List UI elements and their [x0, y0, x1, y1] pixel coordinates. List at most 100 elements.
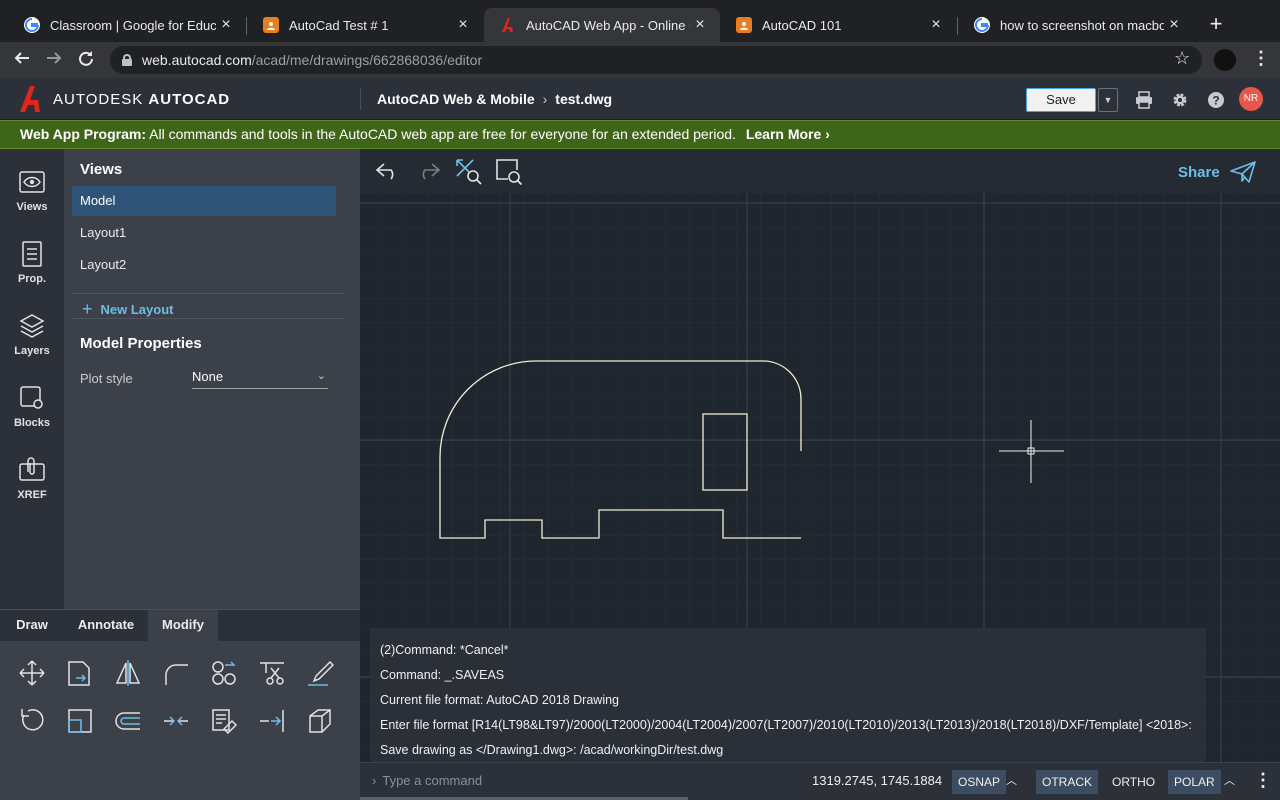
- coordinate-readout: 1319.2745, 1745.1884: [812, 773, 943, 788]
- plot-style-select[interactable]: None ⌄: [192, 367, 328, 389]
- xref-icon: [19, 457, 45, 481]
- erase-icon[interactable]: [306, 659, 334, 687]
- otrack-toggle[interactable]: OTRACK: [1036, 770, 1099, 794]
- tab-title: AutoCAD 101: [762, 17, 842, 33]
- view-item-model[interactable]: Model: [72, 186, 336, 216]
- share-button[interactable]: Share: [1178, 161, 1256, 183]
- tab-title: how to screenshot on macboo: [1000, 17, 1164, 33]
- close-tab-icon[interactable]: ×: [216, 16, 236, 34]
- command-history-line: Current file format: AutoCAD 2018 Drawin…: [380, 693, 619, 707]
- chevron-right-icon: ›: [825, 126, 830, 142]
- status-bar: › Type a command 1319.2745, 1745.1884 OSN…: [360, 762, 1280, 800]
- explode-icon[interactable]: [306, 707, 334, 735]
- fillet-icon[interactable]: [162, 659, 190, 687]
- view-item-layout2[interactable]: Layout2: [72, 250, 336, 280]
- zoom-window-icon[interactable]: [494, 157, 522, 185]
- address-bar[interactable]: web.autocad.com/acad/me/drawings/6628680…: [110, 46, 1202, 74]
- mirror-icon[interactable]: [114, 659, 142, 687]
- panel-divider: [72, 318, 344, 319]
- copy-icon[interactable]: [66, 659, 94, 687]
- rail-item-xref[interactable]: XREF: [0, 445, 64, 515]
- rail-label: Prop.: [17, 273, 47, 285]
- new-tab-button[interactable]: +: [1204, 12, 1228, 36]
- browser-tab-autocad-101[interactable]: AutoCAD 101 ×: [720, 8, 956, 42]
- command-history-line: (2)Command: *Cancel*: [380, 643, 509, 657]
- tab-annotate[interactable]: Annotate: [64, 610, 148, 641]
- rail-item-views[interactable]: Views: [0, 157, 64, 227]
- close-tab-icon[interactable]: ×: [690, 16, 710, 34]
- chevron-down-icon: ⌄: [316, 370, 326, 382]
- blocks-icon: [20, 386, 43, 409]
- rail-item-layers[interactable]: Layers: [0, 301, 64, 371]
- tab-title: AutoCad Test # 1: [289, 17, 389, 33]
- tab-title: Classroom | Google for Educat: [50, 17, 216, 33]
- canvas-toolbar: Share: [360, 149, 1280, 193]
- banner-text: All commands and tools in the AutoCAD we…: [149, 126, 736, 142]
- polar-toggle[interactable]: POLAR: [1168, 770, 1221, 794]
- undo-icon[interactable]: [374, 157, 402, 185]
- new-layout-button[interactable]: + New Layout: [82, 299, 173, 320]
- app-header: AUTODESK AUTOCAD AutoCAD Web & Mobile › …: [0, 78, 1280, 120]
- rotate-icon[interactable]: [18, 707, 46, 735]
- more-options-icon[interactable]: ⋮: [1254, 770, 1272, 791]
- rail-item-properties[interactable]: Prop.: [0, 229, 64, 299]
- close-tab-icon[interactable]: ×: [453, 16, 473, 34]
- breadcrumb-file: test.dwg: [555, 91, 613, 107]
- move-icon[interactable]: [18, 659, 46, 687]
- autodesk-autocad-logo[interactable]: AUTODESK AUTOCAD: [20, 86, 230, 112]
- browser-tab-autocad-test[interactable]: AutoCad Test # 1 ×: [247, 8, 483, 42]
- browser-profile-avatar[interactable]: [1214, 49, 1236, 71]
- modify-tools-palette: [0, 641, 360, 800]
- view-item-layout1[interactable]: Layout1: [72, 218, 336, 248]
- reload-icon[interactable]: [74, 48, 98, 72]
- print-icon[interactable]: [1135, 91, 1153, 109]
- user-avatar[interactable]: NR: [1239, 87, 1263, 111]
- osnap-toggle[interactable]: OSNAP: [952, 770, 1007, 794]
- tab-modify[interactable]: Modify: [148, 610, 218, 641]
- join-icon[interactable]: [162, 707, 190, 735]
- save-button[interactable]: Save: [1026, 88, 1096, 112]
- browser-tab-screenshot-search[interactable]: how to screenshot on macboo ×: [958, 8, 1194, 42]
- chevron-up-icon[interactable]: ︿: [1224, 772, 1235, 788]
- redo-icon[interactable]: [414, 157, 442, 185]
- chevron-right-icon: ›: [542, 91, 548, 107]
- browser-tab-autocad-web-app[interactable]: AutoCAD Web App - Online CA ×: [484, 8, 720, 42]
- array-icon[interactable]: [210, 659, 238, 687]
- save-options-dropdown[interactable]: ▼: [1098, 88, 1118, 112]
- web-app-program-banner: Web App Program: All commands and tools …: [0, 120, 1280, 149]
- gear-icon[interactable]: [1171, 91, 1189, 109]
- learn-more-link[interactable]: Learn More ›: [746, 126, 830, 142]
- tab-draw[interactable]: Draw: [0, 610, 64, 641]
- close-tab-icon[interactable]: ×: [1164, 16, 1184, 34]
- properties-icon: [22, 241, 42, 267]
- tab-title: AutoCAD Web App - Online CA: [526, 17, 690, 33]
- rail-label: Layers: [14, 345, 50, 357]
- chevron-up-icon[interactable]: ︿: [1006, 772, 1017, 788]
- trim-icon[interactable]: [258, 659, 286, 687]
- extend-icon[interactable]: [258, 707, 286, 735]
- browser-tab-strip: Classroom | Google for Educat × AutoCad …: [0, 0, 1280, 42]
- back-arrow-icon[interactable]: [10, 48, 34, 72]
- help-icon[interactable]: ?: [1207, 91, 1225, 109]
- breadcrumb-product[interactable]: AutoCAD Web & Mobile: [377, 91, 535, 107]
- close-tab-icon[interactable]: ×: [926, 16, 946, 34]
- command-input[interactable]: › Type a command: [372, 773, 482, 788]
- rail-item-blocks[interactable]: Blocks: [0, 373, 64, 443]
- google-icon: [24, 17, 40, 33]
- left-icon-rail: Views Prop. Layers Blocks XREF: [0, 149, 64, 609]
- match-properties-icon[interactable]: [210, 707, 238, 735]
- browser-tab-classroom[interactable]: Classroom | Google for Educat ×: [8, 8, 246, 42]
- ortho-toggle[interactable]: ORTHO: [1106, 770, 1161, 794]
- views-panel: Views Model Layout1 Layout2 + New Layout…: [64, 149, 360, 609]
- plot-style-label: Plot style: [80, 371, 133, 386]
- zoom-extents-icon[interactable]: [454, 157, 482, 185]
- brand-text: AUTODESK AUTOCAD: [53, 90, 231, 108]
- offset-icon[interactable]: [114, 707, 142, 735]
- views-title: Views: [80, 161, 123, 178]
- scale-icon[interactable]: [66, 707, 94, 735]
- classroom-icon: [263, 17, 279, 33]
- bookmark-star-icon[interactable]: ☆: [1174, 48, 1190, 69]
- forward-arrow-icon[interactable]: [42, 48, 66, 72]
- rail-label: Views: [16, 201, 48, 213]
- browser-menu-icon[interactable]: ⋮: [1252, 48, 1270, 69]
